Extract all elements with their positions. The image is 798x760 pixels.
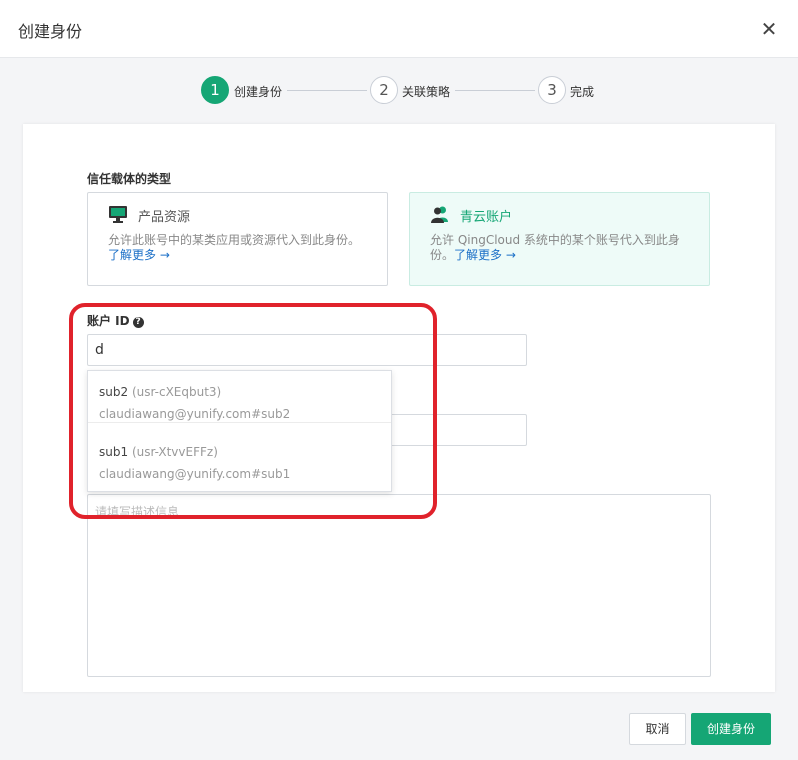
suggestion-item[interactable]: sub2 (usr-cXEqbut3) claudiawang@yunify.c… [88, 371, 391, 423]
option-qingcloud-account[interactable]: 青云账户 允许 QingCloud 系统中的某个账号代入到此身份。了解更多 → [409, 192, 710, 286]
create-identity-button[interactable]: 创建身份 [691, 713, 771, 745]
learn-more-link[interactable]: 了解更多 → [454, 248, 516, 262]
monitor-icon [109, 206, 127, 223]
step-3-label: 完成 [570, 85, 595, 99]
suggestion-username: sub2 [99, 385, 129, 399]
step-1-label: 创建身份 [234, 85, 283, 99]
close-icon[interactable]: ✕ [758, 18, 780, 40]
cancel-button[interactable]: 取消 [629, 713, 686, 745]
suggestion-item[interactable]: sub1 (usr-XtvvEFFz) claudiawang@yunify.c… [88, 431, 391, 483]
option-desc: 允许 QingCloud 系统中的某个账号代入到此身份。了解更多 → [430, 233, 698, 263]
form-card: 信任载体的类型 产品资源 允许此账号中的某类应用或资源代入到此身份。 了解更多 … [23, 124, 775, 692]
account-id-input[interactable]: d [87, 334, 527, 366]
account-id-label: 账户 ID? [87, 312, 144, 329]
step-1-number: 1 [201, 76, 229, 104]
option-title: 青云账户 [460, 210, 513, 225]
step-2-label: 关联策略 [402, 85, 451, 99]
step-3-number: 3 [538, 76, 566, 104]
create-identity-dialog: 创建身份 ✕ 1 创建身份 2 关联策略 3 完成 信任载体的类型 产品资源 允… [0, 0, 798, 760]
option-title: 产品资源 [138, 210, 191, 225]
suggestion-name: sub2 (usr-cXEqbut3) [99, 385, 221, 399]
step-2-number: 2 [370, 76, 398, 104]
question-circle-icon[interactable]: ? [132, 317, 144, 328]
trust-type-label: 信任载体的类型 [87, 172, 172, 186]
suggestion-email: claudiawang@yunify.com#sub1 [99, 467, 291, 481]
users-icon [431, 206, 448, 223]
step-indicator: 1 创建身份 2 关联策略 3 完成 [0, 76, 798, 104]
option-product-resource[interactable]: 产品资源 允许此账号中的某类应用或资源代入到此身份。 了解更多 → [87, 192, 388, 286]
suggestion-user-id: (usr-cXEqbut3) [131, 385, 222, 399]
account-suggestion-dropdown: sub2 (usr-cXEqbut3) claudiawang@yunify.c… [87, 370, 392, 492]
suggestion-name: sub1 (usr-XtvvEFFz) [99, 445, 218, 459]
option-desc: 允许此账号中的某类应用或资源代入到此身份。 了解更多 → [108, 233, 376, 263]
account-id-label-text: 账户 ID [87, 314, 130, 328]
step-connector [287, 90, 367, 91]
step-connector [455, 90, 535, 91]
suggestion-username: sub1 [99, 445, 129, 459]
suggestion-email: claudiawang@yunify.com#sub2 [99, 407, 291, 421]
dialog-title: 创建身份 [18, 22, 83, 41]
learn-more-link[interactable]: 了解更多 → [108, 248, 170, 262]
option-desc-text: 允许此账号中的某类应用或资源代入到此身份。 [108, 233, 361, 247]
description-textarea[interactable]: 请填写描述信息 [87, 494, 711, 677]
suggestion-user-id: (usr-XtvvEFFz) [131, 445, 218, 459]
dialog-header: 创建身份 ✕ [0, 0, 798, 58]
